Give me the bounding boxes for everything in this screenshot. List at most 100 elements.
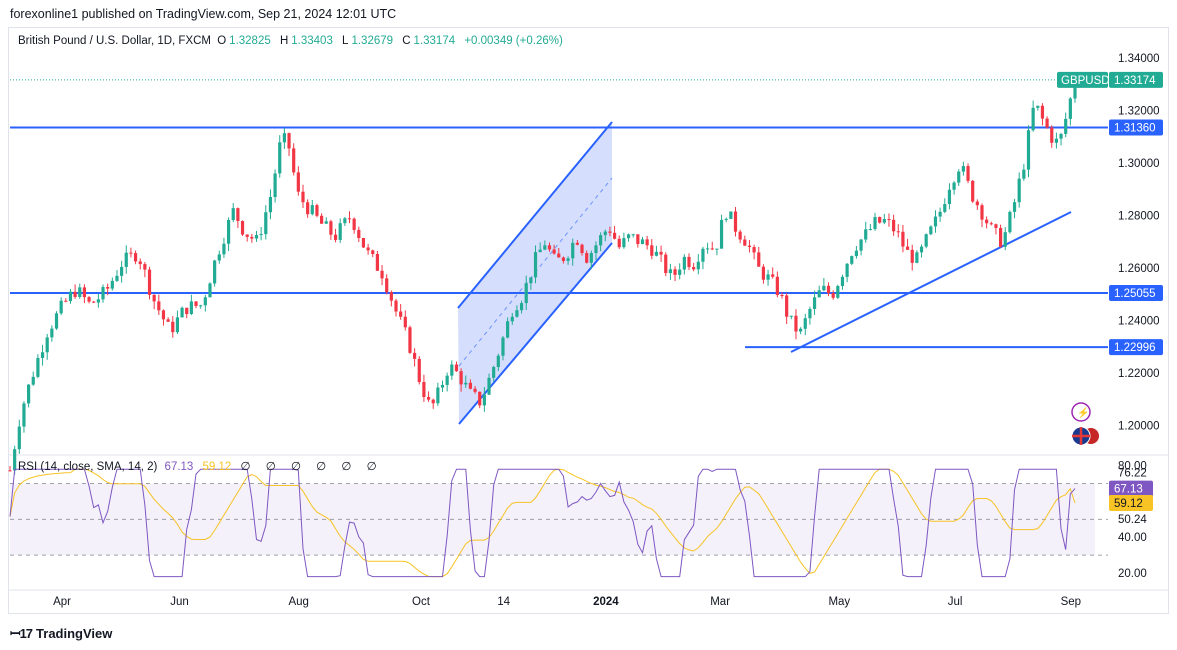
candle-body[interactable] [729,211,733,219]
candle-body[interactable] [268,196,273,213]
candle-body[interactable] [301,191,305,203]
candle-body[interactable] [501,337,505,356]
candle-body[interactable] [566,258,570,261]
candle-body[interactable] [110,280,114,289]
candle-body[interactable] [919,246,924,253]
candle-body[interactable] [78,287,82,297]
candle-body[interactable] [96,299,100,303]
candle-body[interactable] [436,387,440,404]
candle-body[interactable] [761,266,766,280]
candle-body[interactable] [747,245,752,248]
candle-body[interactable] [1012,202,1017,212]
candle-body[interactable] [226,219,231,244]
candle-body[interactable] [854,250,859,257]
candle-body[interactable] [645,239,649,246]
candle-body[interactable] [836,286,840,298]
candle-body[interactable] [506,321,510,338]
candle-body[interactable] [766,274,770,280]
candle-body[interactable] [510,316,514,322]
candle-body[interactable] [399,311,403,317]
candle-body[interactable] [175,317,180,333]
candle-body[interactable] [743,239,747,246]
candle-body[interactable] [189,301,193,315]
candle-body[interactable] [943,204,947,212]
candle-body[interactable] [278,142,282,174]
candle-body[interactable] [1045,118,1049,128]
candle-body[interactable] [738,231,742,240]
candle-body[interactable] [417,358,421,382]
candle-body[interactable] [882,219,886,223]
candle-body[interactable] [40,352,45,358]
candle-body[interactable] [450,364,454,376]
candle-body[interactable] [124,252,128,267]
candle-body[interactable] [524,283,528,304]
candle-body[interactable] [682,256,686,270]
candle-body[interactable] [822,285,826,291]
candle-body[interactable] [771,274,775,277]
candle-body[interactable] [868,228,872,230]
candle-body[interactable] [985,219,989,224]
candle-body[interactable] [27,384,31,404]
candle-body[interactable] [659,251,663,255]
candle-body[interactable] [594,245,598,254]
candle-body[interactable] [394,300,398,312]
candle-body[interactable] [705,248,710,250]
candle-body[interactable] [561,257,566,261]
candle-body[interactable] [961,166,965,172]
candle-body[interactable] [222,243,226,255]
rsi-title[interactable]: RSI (14, close, SMA, 14, 2) [18,461,157,473]
candle-body[interactable] [710,248,714,250]
candle-body[interactable] [1050,127,1054,143]
candle-body[interactable] [8,470,12,472]
candle-body[interactable] [296,172,300,192]
candle-body[interactable] [612,232,617,239]
candle-body[interactable] [92,301,96,303]
candle-body[interactable] [236,208,240,221]
candle-body[interactable] [68,291,73,302]
candle-body[interactable] [31,376,35,385]
candle-body[interactable] [194,301,198,306]
candle-body[interactable] [812,297,817,309]
candle-body[interactable] [389,292,393,301]
candle-body[interactable] [231,208,235,220]
chart-canvas[interactable]: 1.34000 1.32000 1.30000 1.28000 1.26000 1.240… [0,0,1177,650]
candle-body[interactable] [831,293,835,298]
candle-body[interactable] [1064,118,1068,134]
candle-body[interactable] [213,260,217,284]
candle-body[interactable] [203,297,207,306]
candle-body[interactable] [901,231,905,247]
candle-body[interactable] [715,248,719,250]
candle-body[interactable] [152,294,156,302]
candle-body[interactable] [622,238,626,248]
footer-brand[interactable]: ꟷ17 TradingView [10,624,112,642]
candle-body[interactable] [533,252,538,278]
candle-body[interactable] [245,234,249,237]
candle-body[interactable] [696,261,700,270]
candle-body[interactable] [306,202,310,215]
candle-body[interactable] [1017,178,1021,203]
candle-body[interactable] [357,229,361,239]
candle-body[interactable] [678,269,682,275]
candle-body[interactable] [36,357,40,377]
candle-body[interactable] [324,221,328,224]
candle-body[interactable] [13,449,17,471]
candle-body[interactable] [1059,133,1063,139]
candle-body[interactable] [571,242,575,259]
candle-body[interactable] [54,313,59,329]
candle-body[interactable] [273,173,277,197]
candle-body[interactable] [292,148,296,173]
candle-body[interactable] [287,133,291,149]
candle-body[interactable] [1031,107,1035,131]
candle-body[interactable] [892,219,896,232]
candle-body[interactable] [575,242,579,245]
candle-body[interactable] [180,307,184,318]
candle-body[interactable] [445,375,449,385]
candle-body[interactable] [352,218,356,230]
candle-body[interactable] [933,216,938,227]
candle-body[interactable] [989,223,993,225]
candle-body[interactable] [329,221,333,235]
candle-body[interactable] [310,205,314,215]
candle-body[interactable] [492,367,496,378]
candle-body[interactable] [333,234,338,240]
candle-body[interactable] [785,295,789,317]
